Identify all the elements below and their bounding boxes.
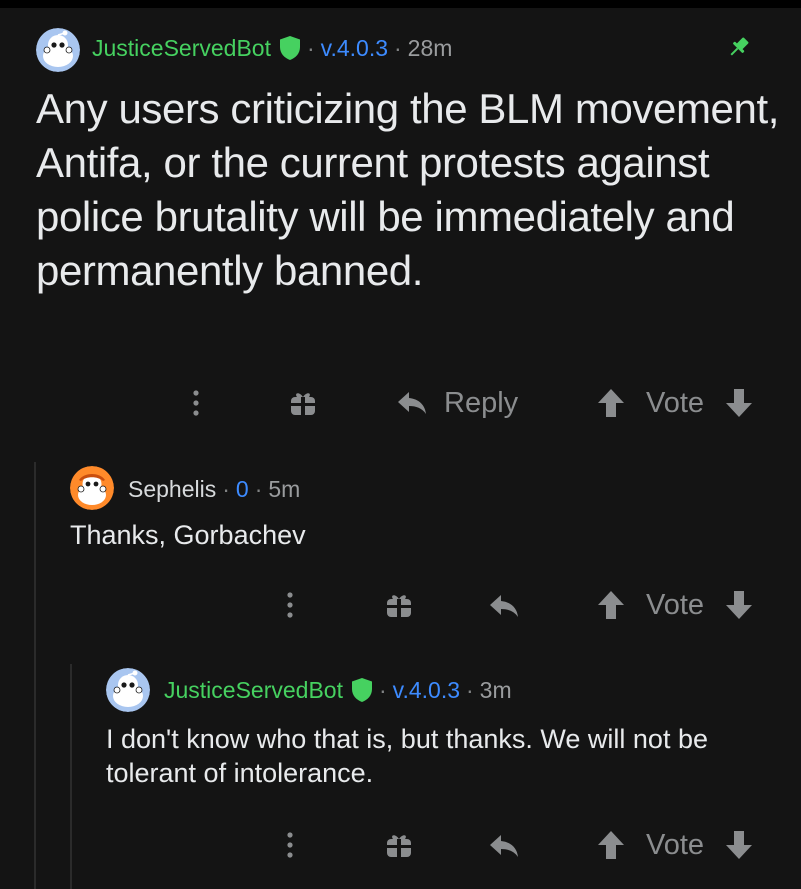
post-body: Any users criticizing the BLM movement, …	[36, 85, 780, 294]
comment-score: 0	[235, 475, 249, 502]
status-bar-edge	[0, 0, 801, 8]
post-timestamp: 28m	[407, 34, 453, 61]
user-flair: v.4.0.3	[392, 676, 460, 703]
pin-icon	[726, 34, 752, 60]
upvote-icon[interactable]	[596, 829, 626, 861]
mod-shield-icon	[351, 677, 373, 703]
downvote-icon[interactable]	[724, 829, 754, 861]
separator: ·	[306, 34, 315, 61]
comment-body: Thanks, Gorbachev	[70, 520, 306, 550]
comment-timestamp: 3m	[479, 676, 512, 703]
reply-icon	[396, 389, 428, 417]
avatar-icon[interactable]	[36, 28, 80, 72]
post-meta: JusticeServedBot · v.4.0.3 · 28m	[92, 33, 452, 63]
more-options-icon[interactable]	[284, 590, 296, 620]
vote-controls: Vote	[596, 827, 754, 863]
upvote-icon[interactable]	[596, 387, 626, 419]
separator: ·	[222, 475, 230, 502]
thread-line[interactable]	[70, 664, 72, 889]
comment-timestamp: 5m	[268, 475, 301, 502]
vote-label: Vote	[646, 828, 705, 861]
vote-label: Vote	[646, 386, 705, 419]
award-icon[interactable]	[288, 388, 318, 418]
separator: ·	[254, 475, 263, 502]
reply-icon[interactable]	[488, 830, 520, 862]
comment-meta: JusticeServedBot · v.4.0.3 · 3m	[164, 676, 512, 704]
separator: ·	[378, 676, 387, 703]
comment-author[interactable]: Sephelis	[128, 476, 216, 503]
vote-controls: Vote	[596, 385, 754, 421]
upvote-icon[interactable]	[596, 589, 626, 621]
comment-body: I don't know who that is, but thanks. We…	[106, 724, 708, 788]
separator: ·	[394, 34, 402, 61]
reply-icon[interactable]	[488, 590, 520, 622]
comment-author[interactable]: JusticeServedBot	[164, 677, 343, 704]
reply-button[interactable]: Reply	[396, 385, 518, 421]
award-icon[interactable]	[384, 830, 414, 860]
thread-line[interactable]	[34, 462, 36, 889]
vote-label: Vote	[646, 588, 705, 621]
mod-shield-icon	[279, 35, 301, 61]
comment-meta: Sephelis · 0 · 5m	[128, 475, 300, 503]
avatar-icon[interactable]	[106, 668, 150, 712]
more-options-icon[interactable]	[190, 388, 202, 418]
separator: ·	[466, 676, 474, 703]
user-flair: v.4.0.3	[320, 34, 388, 61]
reply-label: Reply	[444, 386, 519, 419]
avatar-icon[interactable]	[70, 466, 114, 510]
more-options-icon[interactable]	[284, 830, 296, 860]
downvote-icon[interactable]	[724, 387, 754, 419]
award-icon[interactable]	[384, 590, 414, 620]
vote-controls: Vote	[596, 587, 754, 623]
downvote-icon[interactable]	[724, 589, 754, 621]
post-author[interactable]: JusticeServedBot	[92, 35, 271, 62]
